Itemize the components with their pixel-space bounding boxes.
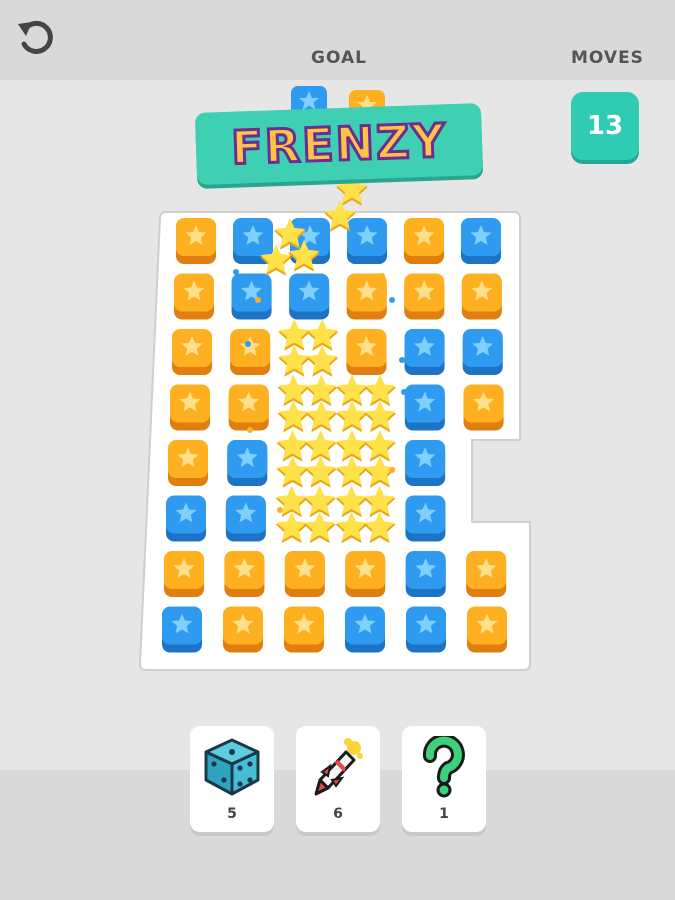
particle [233,269,239,275]
particle [231,401,237,407]
rocket-icon [314,738,363,796]
particle [389,467,395,473]
orange-star-tile[interactable] [461,273,502,320]
orange-star-tile[interactable] [404,273,445,320]
blue-star-tile[interactable] [406,606,446,653]
orange-star-tile[interactable] [224,551,265,597]
orange-star-tile[interactable] [467,606,507,653]
orange-star-tile[interactable] [176,218,216,264]
blue-star-tile[interactable] [162,606,202,653]
orange-star-tile[interactable] [345,551,386,597]
blue-star-tile[interactable] [405,551,446,597]
blue-star-tile[interactable] [289,273,330,320]
blue-star-tile[interactable] [404,384,445,431]
blue-star-tile[interactable] [461,218,501,264]
mystery-booster-button[interactable]: 1 [402,726,486,832]
orange-star-tile[interactable] [172,329,212,375]
particle [259,467,265,473]
orange-star-tile[interactable] [164,551,204,597]
mystery-count: 1 [439,806,449,822]
particle [407,417,413,423]
blue-star-tile[interactable] [166,495,206,542]
blue-star-tile[interactable] [231,273,272,320]
dice-count: 5 [227,806,237,822]
orange-star-tile[interactable] [168,440,208,486]
blue-star-tile[interactable] [405,440,446,486]
orange-star-tile[interactable] [228,384,269,431]
particle [245,341,251,347]
question-mark-icon [422,736,465,798]
orange-star-tile[interactable] [284,606,324,653]
dice-booster-button[interactable]: 5 [190,726,274,832]
blue-star-tile[interactable] [405,495,446,542]
particle [401,389,407,395]
blue-star-tile[interactable] [345,606,385,653]
orange-star-tile[interactable] [174,273,214,320]
particle [399,357,405,363]
rocket-booster-button[interactable]: 6 [296,726,380,832]
blue-star-tile[interactable] [462,329,503,375]
particle [277,507,283,513]
blue-star-tile[interactable] [404,329,445,375]
blue-star-tile[interactable] [227,440,268,486]
frenzy-banner: FRENZY [194,103,484,185]
rocket-count: 6 [333,806,343,822]
particle [389,297,395,303]
particle [379,273,385,279]
orange-star-tile[interactable] [346,329,387,375]
orange-star-tile[interactable] [346,273,387,320]
banner-text: FRENZY [229,112,449,176]
orange-star-tile[interactable] [466,551,507,597]
orange-star-tile[interactable] [463,384,504,431]
dice-icon [204,738,260,796]
particle [247,427,253,433]
orange-star-tile[interactable] [404,218,444,264]
orange-star-tile[interactable] [284,551,325,597]
orange-star-tile[interactable] [170,384,210,431]
particle [255,297,261,303]
orange-star-tile[interactable] [223,606,263,653]
blue-star-tile[interactable] [225,495,266,542]
orange-star-tile[interactable] [230,329,271,375]
blue-star-tile[interactable] [347,218,387,264]
